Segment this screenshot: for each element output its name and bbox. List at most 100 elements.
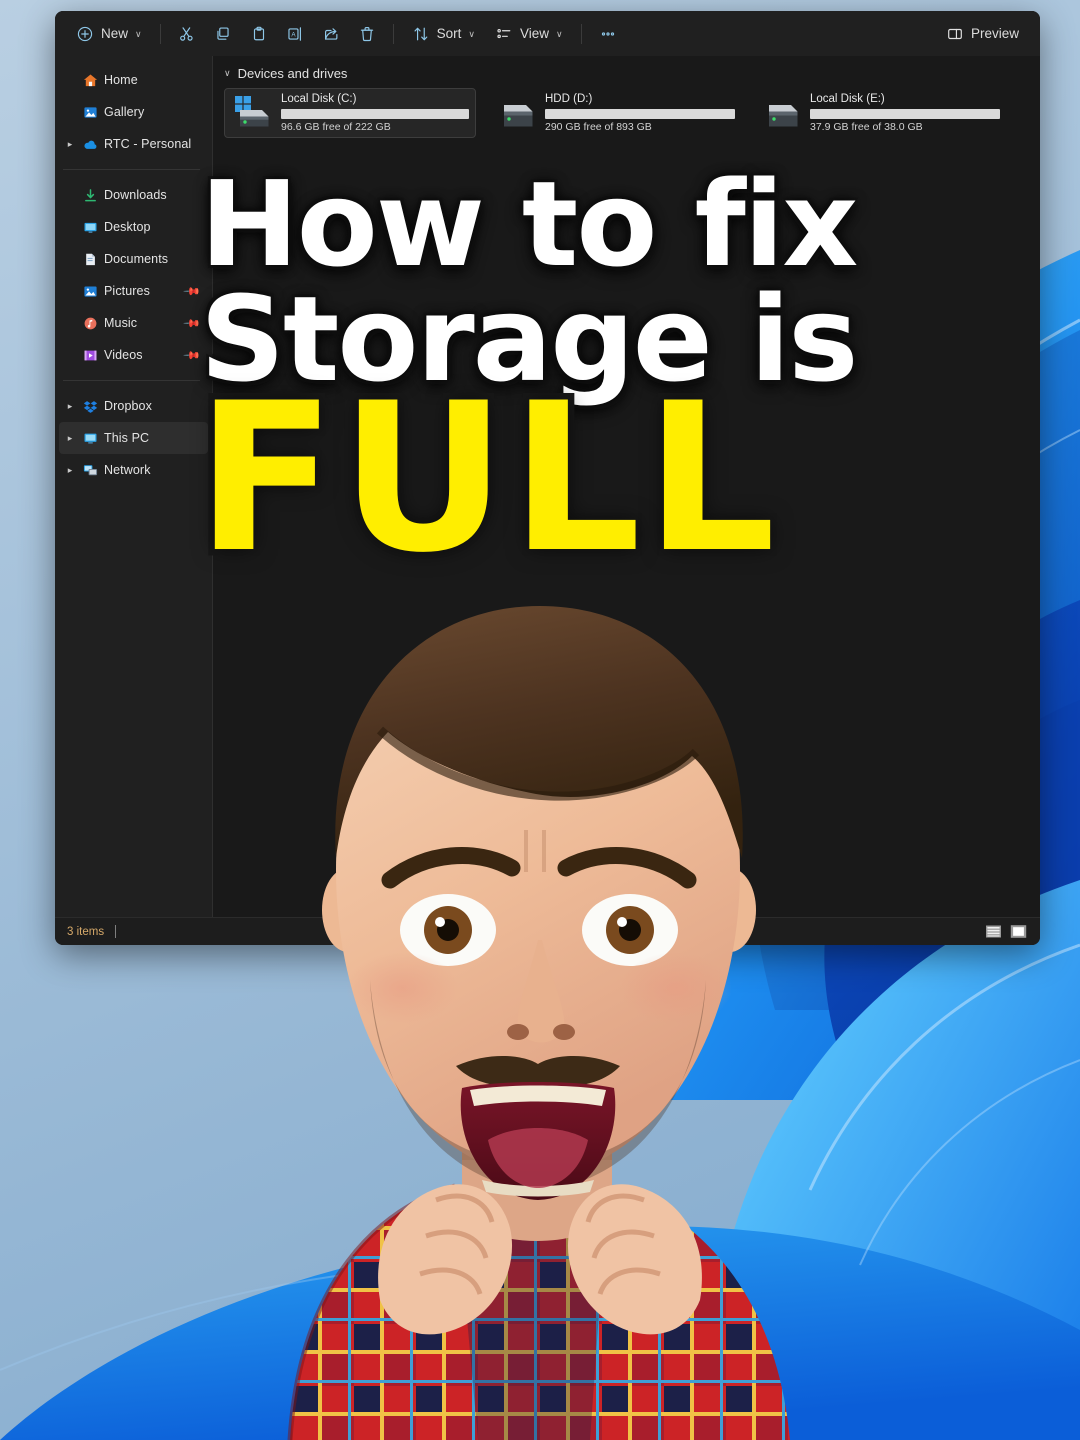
drive-name: Local Disk (E:) xyxy=(810,93,885,106)
sidebar-item-dropbox[interactable]: ▸ Dropbox xyxy=(59,390,208,422)
home-icon xyxy=(79,73,101,88)
cut-button[interactable] xyxy=(170,18,204,50)
view-list-icon xyxy=(495,25,513,43)
more-options-button[interactable] xyxy=(591,18,625,50)
group-header-label: Devices and drives xyxy=(237,66,348,81)
sidebar-item-music[interactable]: Music 📌 xyxy=(59,307,208,339)
sidebar-item-label: Downloads xyxy=(104,188,167,202)
details-view-button[interactable] xyxy=(984,923,1003,940)
item-count-label: 3 items xyxy=(67,925,105,938)
explorer-toolbar: New ∨ A Sort ∨ View ∨ Preview xyxy=(55,11,1040,56)
sidebar-item-downloads[interactable]: Downloads xyxy=(59,179,208,211)
plus-circle-icon xyxy=(76,25,94,43)
preview-pane-icon xyxy=(946,25,964,43)
sidebar-item-rtc-personal[interactable]: ▸ RTC - Personal xyxy=(59,128,208,160)
downloads-icon xyxy=(79,188,101,203)
drive-info: HDD (D:) 290 GB free of 893 GB xyxy=(545,93,735,133)
preview-button-label: Preview xyxy=(970,26,1019,41)
sidebar-item-label: Desktop xyxy=(104,220,151,234)
sort-arrows-icon xyxy=(412,25,430,43)
pin-icon: 📌 xyxy=(182,346,201,365)
svg-text:A: A xyxy=(291,31,296,38)
drive-free-space-text: 290 GB free of 893 GB xyxy=(545,120,652,133)
drive-info: Local Disk (E:) 37.9 GB free of 38.0 GB xyxy=(810,93,1000,133)
sidebar-item-home[interactable]: Home xyxy=(59,64,208,96)
videos-icon xyxy=(79,348,101,363)
sidebar-item-label: This PC xyxy=(104,431,150,445)
scissors-icon xyxy=(178,25,196,43)
drive-usage-bar xyxy=(545,108,735,119)
sidebar-item-label: Dropbox xyxy=(104,399,152,413)
desktop-icon xyxy=(79,220,101,235)
rename-icon: A xyxy=(286,25,304,43)
trash-icon xyxy=(358,25,376,43)
devices-and-drives-group-header[interactable]: ∨ Devices and drives xyxy=(224,66,1040,81)
drive-item-local-disk-e[interactable]: Local Disk (E:) 37.9 GB free of 38.0 GB xyxy=(754,88,1006,138)
drive-info: Local Disk (C:) 96.6 GB free of 222 GB xyxy=(281,93,469,133)
chevron-right-icon[interactable]: ▸ xyxy=(61,433,79,444)
this-pc-icon xyxy=(79,431,101,446)
drive-item-hdd-d[interactable]: HDD (D:) 290 GB free of 893 GB xyxy=(489,88,741,138)
pin-icon: 📌 xyxy=(182,314,201,333)
large-icons-view-button[interactable] xyxy=(1009,923,1028,940)
drive-free-space-text: 37.9 GB free of 38.0 GB xyxy=(810,120,923,133)
chevron-down-icon: ∨ xyxy=(468,29,475,39)
sidebar-item-documents[interactable]: Documents xyxy=(59,243,208,275)
copy-button[interactable] xyxy=(206,18,240,50)
toolbar-divider xyxy=(159,23,161,44)
sidebar-item-network[interactable]: ▸ Network xyxy=(59,454,208,486)
sidebar-item-label: Pictures xyxy=(104,284,150,298)
sidebar-item-label: Network xyxy=(104,463,151,477)
sidebar-item-videos[interactable]: Videos 📌 xyxy=(59,339,208,371)
drives-grid: Local Disk (C:) 96.6 GB free of 222 GB H… xyxy=(224,88,1040,138)
status-divider xyxy=(115,925,117,938)
sidebar-item-desktop[interactable]: Desktop xyxy=(59,211,208,243)
sidebar-item-label: Gallery xyxy=(104,105,145,119)
navigation-sidebar: Home Gallery ▸ RTC - Personal Downloads … xyxy=(55,56,213,917)
chevron-right-icon[interactable]: ▸ xyxy=(61,465,79,476)
view-button[interactable]: View ∨ xyxy=(486,18,572,50)
man-illustration xyxy=(287,606,790,1440)
share-button[interactable] xyxy=(314,18,348,50)
drive-icon xyxy=(760,93,806,133)
screaming-man-photo xyxy=(230,580,850,1440)
onedrive-icon xyxy=(79,137,101,152)
view-mode-buttons xyxy=(984,923,1028,940)
sidebar-item-label: Videos xyxy=(104,348,143,362)
sidebar-item-this-pc[interactable]: ▸ This PC xyxy=(59,422,208,454)
drive-name: HDD (D:) xyxy=(545,93,593,106)
drive-icon xyxy=(495,93,541,133)
sort-button[interactable]: Sort ∨ xyxy=(403,18,484,50)
music-icon xyxy=(79,316,101,331)
dropbox-icon xyxy=(79,399,101,414)
share-icon xyxy=(322,25,340,43)
sidebar-item-label: Music xyxy=(104,316,138,330)
pin-icon: 📌 xyxy=(182,282,201,301)
new-button-label: New xyxy=(101,26,129,41)
drive-item-local-disk-c[interactable]: Local Disk (C:) 96.6 GB free of 222 GB xyxy=(224,88,476,138)
chevron-right-icon[interactable]: ▸ xyxy=(61,139,79,150)
delete-button[interactable] xyxy=(350,18,384,50)
documents-icon xyxy=(79,252,101,267)
sort-button-label: Sort xyxy=(436,26,462,41)
paste-button[interactable] xyxy=(242,18,276,50)
toolbar-divider-3 xyxy=(580,23,582,44)
preview-button[interactable]: Preview xyxy=(937,18,1028,50)
sidebar-divider-2 xyxy=(63,380,200,381)
windows-drive-icon xyxy=(231,93,277,133)
copy-icon xyxy=(214,25,232,43)
rename-button[interactable]: A xyxy=(278,18,312,50)
sidebar-divider xyxy=(63,169,200,170)
sidebar-item-pictures[interactable]: Pictures 📌 xyxy=(59,275,208,307)
drive-usage-bar xyxy=(281,108,469,119)
sidebar-item-label: Documents xyxy=(104,252,169,266)
new-button[interactable]: New ∨ xyxy=(67,18,151,50)
chevron-right-icon[interactable]: ▸ xyxy=(61,401,79,412)
view-button-label: View xyxy=(519,26,549,41)
gallery-icon xyxy=(79,105,101,120)
drive-usage-bar xyxy=(810,108,1000,119)
pictures-icon xyxy=(79,284,101,299)
drive-free-space-text: 96.6 GB free of 222 GB xyxy=(281,120,391,133)
sidebar-item-gallery[interactable]: Gallery xyxy=(59,96,208,128)
chevron-down-icon[interactable]: ∨ xyxy=(224,68,231,79)
